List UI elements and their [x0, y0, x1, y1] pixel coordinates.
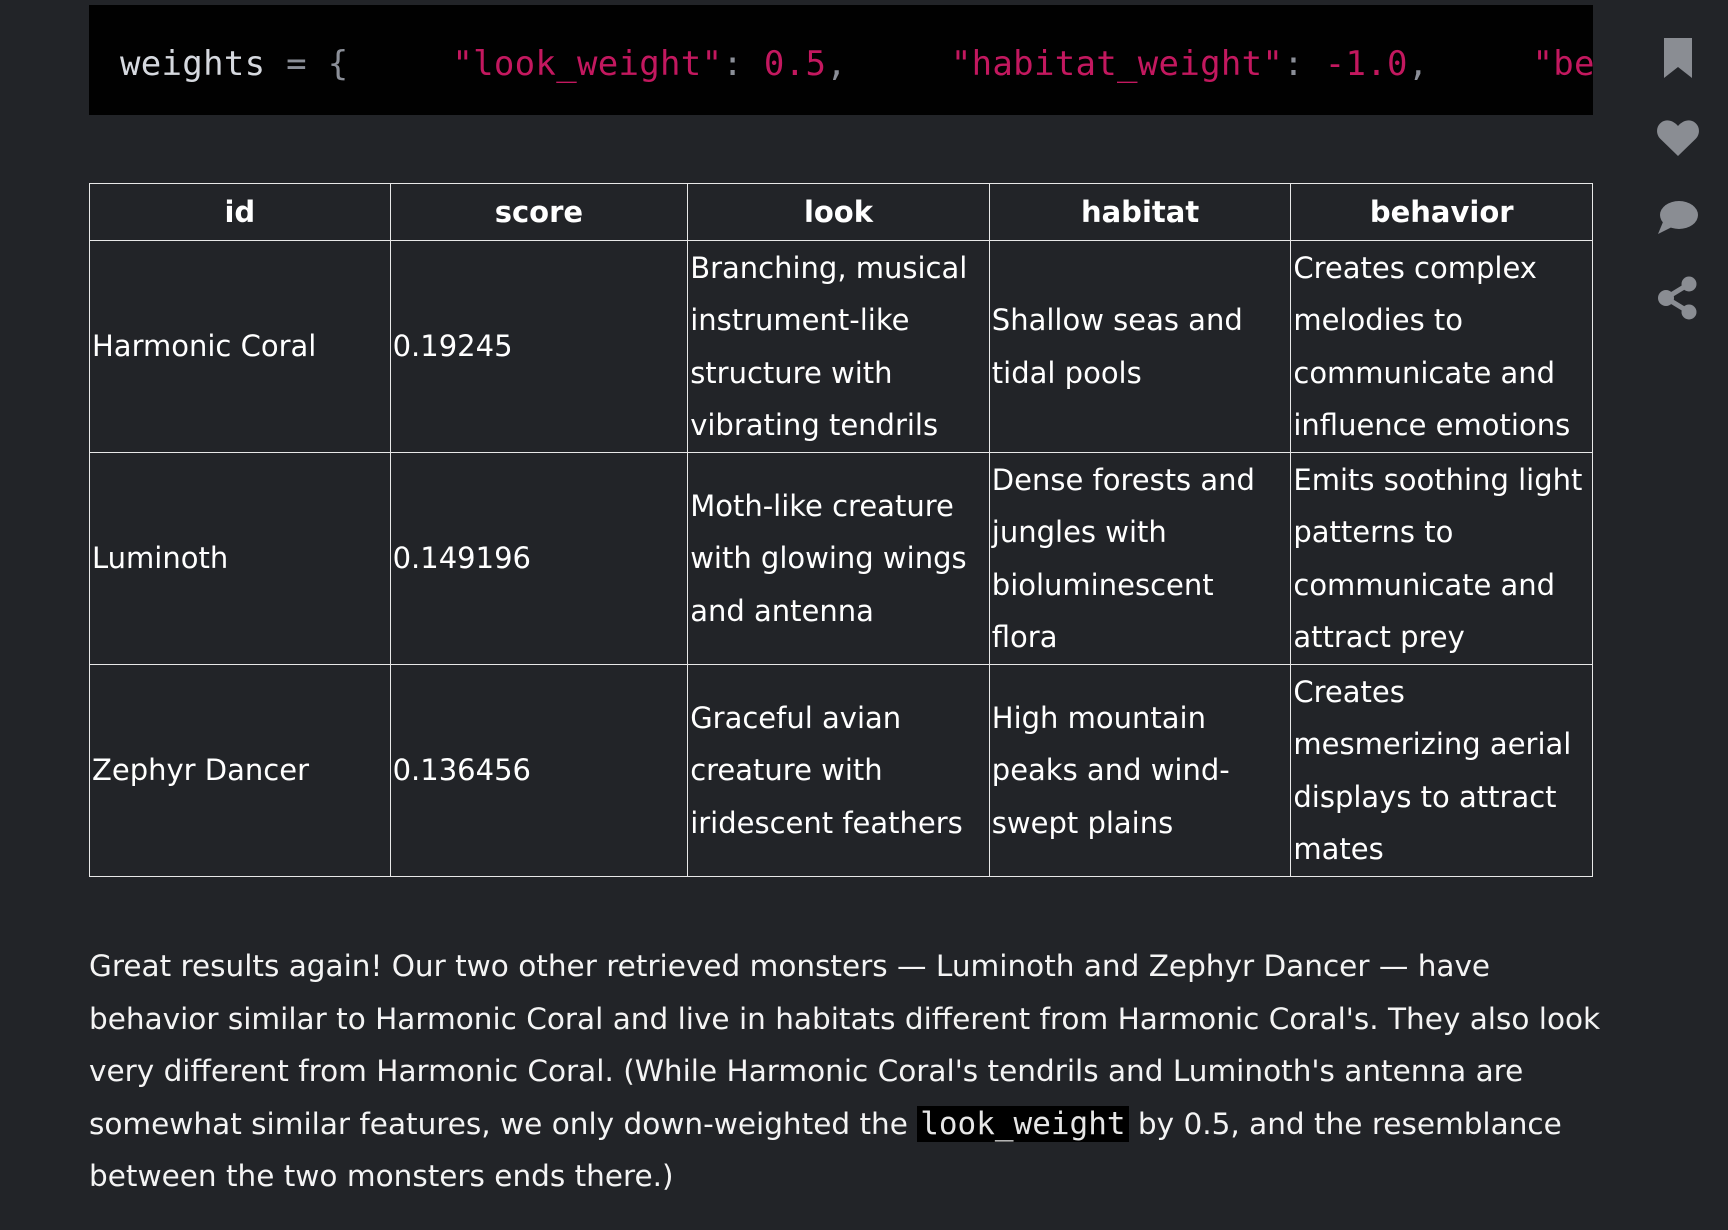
cell-score: 0.149196 [389, 452, 689, 665]
inline-code-look-weight: look_weight [917, 1105, 1129, 1142]
table-header-row: id score look habitat behavior [89, 183, 1593, 241]
share-button[interactable] [1650, 270, 1706, 326]
cell-behavior: Creates mesmerizing aerial displays to a… [1290, 664, 1593, 877]
code-key-behavior-weight: "behavio [1532, 44, 1593, 84]
cell-behavior: Creates complex melodies to communicate … [1290, 240, 1593, 453]
column-header-look: look [687, 183, 990, 241]
code-gap [348, 44, 452, 84]
code-value-look-weight: 0.5 [763, 44, 827, 84]
code-comma: , [826, 44, 847, 84]
column-header-id: id [89, 183, 391, 241]
code-identifier: weights [120, 44, 266, 84]
code-line: weights = { "look_weight": 0.5, "habitat… [120, 39, 1593, 89]
cell-habitat: Dense forests and jungles with biolumine… [988, 452, 1292, 665]
code-gap [847, 44, 951, 84]
cell-look: Branching, musical instrument-like struc… [687, 240, 990, 453]
cell-behavior: Emits soothing light patterns to communi… [1290, 452, 1593, 665]
bookmark-icon [1664, 38, 1692, 78]
cell-id: Luminoth [89, 452, 391, 665]
table-row: Luminoth 0.149196 Moth-like creature wit… [89, 452, 1593, 665]
code-comma: , [1407, 44, 1429, 84]
cell-habitat: Shallow seas and tidal pools [988, 240, 1292, 453]
column-header-behavior: behavior [1290, 183, 1593, 241]
code-gap [1429, 44, 1533, 84]
heart-icon [1657, 120, 1699, 156]
bookmark-button[interactable] [1650, 30, 1706, 86]
cell-score: 0.136456 [389, 664, 689, 877]
cell-habitat: High mountain peaks and wind-swept plain… [988, 664, 1292, 877]
cell-id: Harmonic Coral [89, 240, 391, 453]
cell-id: Zephyr Dancer [89, 664, 391, 877]
table-row: Harmonic Coral 0.19245 Branching, musica… [89, 240, 1593, 453]
table-row: Zephyr Dancer 0.136456 Graceful avian cr… [89, 664, 1593, 877]
code-key-habitat-weight: "habitat_weight" [950, 44, 1284, 84]
cell-score: 0.19245 [389, 240, 689, 453]
cell-look: Graceful avian creature with iridescent … [687, 664, 990, 877]
column-header-score: score [389, 183, 689, 241]
column-header-habitat: habitat [988, 183, 1292, 241]
cell-look: Moth-like creature with glowing wings an… [687, 452, 990, 665]
code-brace: { [327, 44, 349, 84]
code-block: weights = { "look_weight": 0.5, "habitat… [89, 5, 1593, 115]
results-table: id score look habitat behavior Harmonic … [89, 183, 1593, 877]
comment-button[interactable] [1650, 190, 1706, 246]
share-icon [1658, 276, 1697, 320]
code-colon: : [1283, 44, 1325, 84]
results-paragraph: Great results again! Our two other retri… [89, 940, 1609, 1203]
like-button[interactable] [1650, 110, 1706, 166]
article-page: weights = { "look_weight": 0.5, "habitat… [0, 0, 1728, 1230]
comment-icon [1658, 201, 1698, 234]
code-key-look-weight: "look_weight" [452, 44, 723, 84]
code-value-habitat-weight: -1.0 [1324, 44, 1408, 84]
code-operator: = [265, 44, 328, 84]
code-colon: : [722, 44, 764, 84]
